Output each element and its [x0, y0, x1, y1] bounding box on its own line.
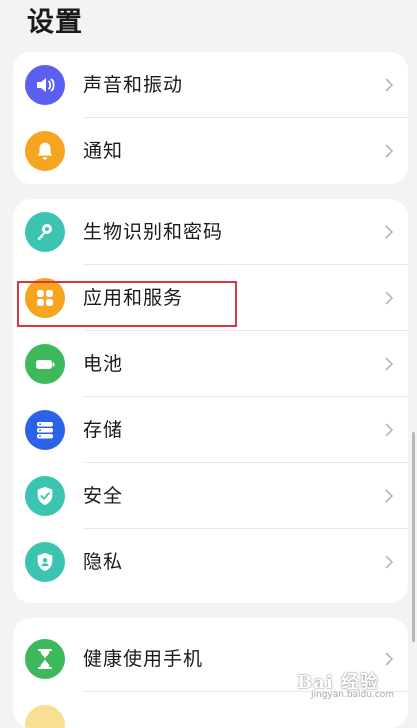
- settings-group-security-system: 生物识别和密码 应用和服务 电池 存储 安全 隐私: [13, 199, 408, 603]
- settings-item-label: 通知: [83, 140, 124, 162]
- settings-item-label: 安全: [83, 485, 124, 507]
- baidu-jingyan-watermark: Bai 经验 jingyan.baidu.com: [297, 664, 407, 704]
- settings-item-label: 存储: [83, 419, 124, 441]
- settings-item-label: 隐私: [83, 551, 124, 573]
- settings-item-label: 生物识别和密码: [83, 221, 224, 243]
- bell-icon: [25, 131, 65, 171]
- settings-item-security[interactable]: 安全: [13, 463, 408, 529]
- watermark-url: jingyan.baidu.com: [311, 690, 395, 700]
- chevron-right-icon: [385, 144, 394, 158]
- settings-item-biometrics-password[interactable]: 生物识别和密码: [13, 199, 408, 265]
- chevron-right-icon: [385, 489, 394, 503]
- storage-icon: [25, 410, 65, 450]
- battery-icon: [25, 344, 65, 384]
- chevron-right-icon: [385, 423, 394, 437]
- page-title: 设置: [27, 7, 83, 38]
- settings-item-battery[interactable]: 电池: [13, 331, 408, 397]
- chevron-right-icon: [385, 78, 394, 92]
- chevron-right-icon: [385, 555, 394, 569]
- scrollbar[interactable]: [412, 432, 415, 642]
- highlight-box: [17, 281, 237, 327]
- key-icon: [25, 212, 65, 252]
- speaker-icon: [25, 65, 65, 105]
- settings-group-sound-notify: 声音和振动 通知: [13, 52, 408, 184]
- chevron-right-icon: [385, 225, 394, 239]
- settings-item-label: 电池: [83, 353, 124, 375]
- shield-check-icon: [25, 476, 65, 516]
- chevron-right-icon: [385, 291, 394, 305]
- hourglass-icon: [25, 639, 65, 679]
- settings-item-label: 健康使用手机: [83, 648, 204, 670]
- partial-icon: [25, 705, 65, 728]
- settings-item-storage[interactable]: 存储: [13, 397, 408, 463]
- settings-item-privacy[interactable]: 隐私: [13, 529, 408, 595]
- chevron-right-icon: [385, 357, 394, 371]
- settings-item-sound-vibration[interactable]: 声音和振动: [13, 52, 408, 118]
- settings-item-notifications[interactable]: 通知: [13, 118, 408, 184]
- settings-item-label: 声音和振动: [83, 74, 184, 96]
- privacy-shield-icon: [25, 542, 65, 582]
